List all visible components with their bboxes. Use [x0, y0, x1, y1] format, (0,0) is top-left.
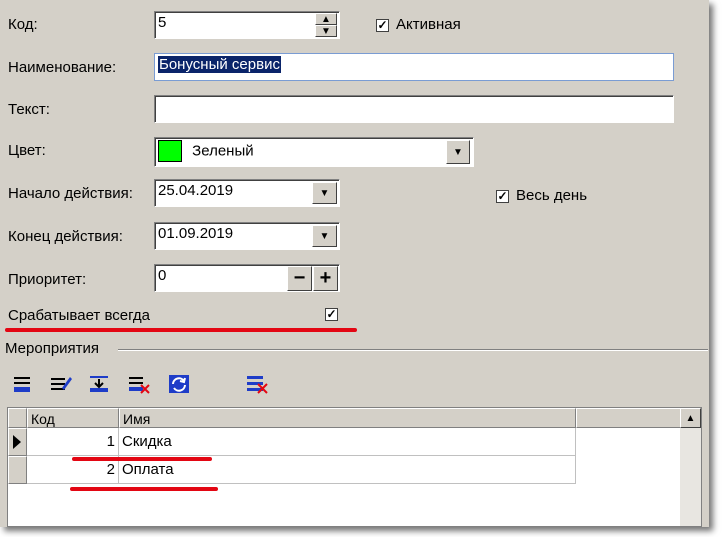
column-header-code[interactable]: Код [27, 408, 119, 428]
end-label: Конец действия: [8, 228, 123, 245]
text-label: Текст: [8, 101, 50, 118]
minus-icon[interactable]: − [287, 266, 312, 291]
priority-value: 0 [158, 267, 167, 284]
spin-up-icon[interactable]: ▲ [315, 13, 337, 25]
table-row-1-code[interactable]: 1 [27, 428, 119, 456]
name-label: Наименование: [8, 59, 117, 76]
red-underline-always [5, 328, 357, 332]
delete-record-icon[interactable] [128, 374, 150, 394]
current-row-arrow-icon [13, 435, 21, 449]
always-checkbox[interactable]: ✓ [325, 308, 338, 321]
text-input[interactable] [154, 95, 674, 123]
color-dropdown-arrow-icon[interactable]: ▼ [446, 140, 470, 164]
dialog-window: Код: 5 ▲ ▼ ✓ Активная Наименование: Бону… [0, 0, 709, 527]
code-label: Код: [8, 16, 38, 33]
scroll-up-icon[interactable]: ▲ [680, 408, 701, 428]
group-divider [118, 349, 708, 351]
events-grid: Код Имя 1 Скидка 2 Оплата ▲ [7, 407, 702, 527]
column-header-empty [576, 408, 681, 428]
color-value: Зеленый [192, 142, 254, 160]
start-value: 25.04.2019 [158, 182, 234, 199]
active-label: Активная [396, 16, 461, 33]
priority-label: Приоритет: [8, 271, 87, 288]
insert-record-icon[interactable] [88, 374, 110, 394]
all-day-label: Весь день [516, 187, 588, 204]
name-input[interactable]: Бонусный сервис [154, 53, 674, 81]
table-row-1-name[interactable]: Скидка [119, 428, 576, 456]
events-group-label: Мероприятия [5, 340, 100, 357]
start-dropdown-arrow-icon[interactable]: ▼ [312, 182, 337, 204]
color-swatch [158, 140, 182, 162]
clear-all-icon[interactable] [246, 374, 268, 394]
row-indicator[interactable] [8, 456, 27, 484]
row-indicator-current[interactable] [8, 428, 27, 456]
red-underline-row1 [72, 457, 212, 461]
color-label: Цвет: [8, 142, 46, 159]
name-value: Бонусный сервис [158, 56, 281, 73]
grid-corner [8, 408, 27, 428]
end-value: 01.09.2019 [158, 225, 234, 242]
plus-icon[interactable]: + [313, 266, 338, 291]
column-header-name[interactable]: Имя [119, 408, 576, 428]
all-day-checkbox[interactable]: ✓ [496, 190, 509, 203]
refresh-icon[interactable] [168, 374, 190, 394]
red-underline-row2 [70, 487, 218, 491]
code-spin-input[interactable]: 5 [154, 11, 340, 39]
edit-record-icon[interactable] [50, 374, 72, 394]
active-checkbox[interactable]: ✓ [376, 19, 389, 32]
color-combobox[interactable]: Зеленый [154, 137, 474, 167]
start-label: Начало действия: [8, 185, 133, 202]
end-dropdown-arrow-icon[interactable]: ▼ [312, 225, 337, 247]
add-record-icon[interactable] [12, 374, 34, 394]
spin-down-icon[interactable]: ▼ [315, 25, 337, 37]
always-label: Срабатывает всегда [8, 307, 150, 324]
code-value: 5 [158, 14, 167, 31]
